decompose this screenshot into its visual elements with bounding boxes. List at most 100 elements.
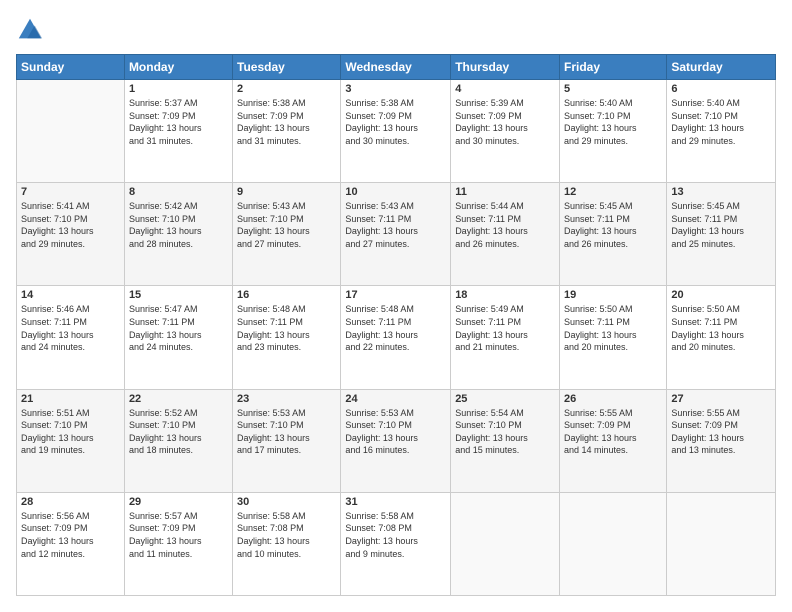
day-cell: 26Sunrise: 5:55 AM Sunset: 7:09 PM Dayli… [560, 389, 667, 492]
day-cell: 25 Sunrise: 5:54 AM Sunset: 7:10 PM Dayli… [451, 389, 560, 492]
day-info: Sunrise: 5:37 AM Sunset: 7:09 PM Dayligh… [129, 97, 228, 147]
day-number: 8 [129, 186, 228, 198]
day-number: 21 [21, 393, 120, 405]
weekday-header-thursday: Thursday [451, 55, 560, 80]
weekday-header-row: SundayMondayTuesdayWednesdayThursdayFrid… [17, 55, 776, 80]
day-info: Sunrise: 5:52 AM Sunset: 7:10 PM Dayligh… [129, 407, 228, 457]
day-number: 15 [129, 289, 228, 301]
day-info: Sunrise: 5:56 AM Sunset: 7:09 PM Dayligh… [21, 510, 120, 560]
day-info: Sunrise: 5:40 AM Sunset: 7:10 PM Dayligh… [564, 97, 662, 147]
day-number: 5 [564, 83, 662, 95]
day-cell: 24 Sunrise: 5:53 AM Sunset: 7:10 PM Dayli… [341, 389, 451, 492]
day-cell: 10 Sunrise: 5:43 AM Sunset: 7:11 PM Dayli… [341, 183, 451, 286]
day-number: 22 [129, 393, 228, 405]
day-cell: 7 Sunrise: 5:41 AM Sunset: 7:10 PM Daylig… [17, 183, 125, 286]
day-info: Sunrise: 5:42 AM Sunset: 7:10 PM Dayligh… [129, 200, 228, 250]
logo [16, 16, 48, 44]
day-cell: 19Sunrise: 5:50 AM Sunset: 7:11 PM Dayli… [560, 286, 667, 389]
day-cell: 13 Sunrise: 5:45 AM Sunset: 7:11 PM Dayli… [667, 183, 776, 286]
day-number: 11 [455, 186, 555, 198]
day-cell: 9 Sunrise: 5:43 AM Sunset: 7:10 PM Daylig… [233, 183, 341, 286]
day-number: 23 [237, 393, 336, 405]
day-number: 16 [237, 289, 336, 301]
day-cell: 2Sunrise: 5:38 AM Sunset: 7:09 PM Daylig… [233, 80, 341, 183]
day-cell: 11 Sunrise: 5:44 AM Sunset: 7:11 PM Dayli… [451, 183, 560, 286]
day-cell: 27 Sunrise: 5:55 AM Sunset: 7:09 PM Dayli… [667, 389, 776, 492]
day-cell: 14 Sunrise: 5:46 AM Sunset: 7:11 PM Dayli… [17, 286, 125, 389]
day-info: Sunrise: 5:48 AM Sunset: 7:11 PM Dayligh… [237, 303, 336, 353]
day-number: 30 [237, 496, 336, 508]
weekday-header-tuesday: Tuesday [233, 55, 341, 80]
day-cell: 30 Sunrise: 5:58 AM Sunset: 7:08 PM Dayli… [233, 492, 341, 595]
day-info: Sunrise: 5:55 AM Sunset: 7:09 PM Dayligh… [671, 407, 771, 457]
day-number: 24 [345, 393, 446, 405]
day-number: 17 [345, 289, 446, 301]
day-info: Sunrise: 5:48 AM Sunset: 7:11 PM Dayligh… [345, 303, 446, 353]
day-cell: 28 Sunrise: 5:56 AM Sunset: 7:09 PM Dayli… [17, 492, 125, 595]
day-number: 20 [671, 289, 771, 301]
day-cell: 4 Sunrise: 5:39 AM Sunset: 7:09 PM Daylig… [451, 80, 560, 183]
day-number: 2 [237, 83, 336, 95]
weekday-header-saturday: Saturday [667, 55, 776, 80]
day-info: Sunrise: 5:54 AM Sunset: 7:10 PM Dayligh… [455, 407, 555, 457]
week-row-2: 14 Sunrise: 5:46 AM Sunset: 7:11 PM Dayli… [17, 286, 776, 389]
day-number: 4 [455, 83, 555, 95]
logo-icon [16, 16, 44, 44]
day-cell: 8 Sunrise: 5:42 AM Sunset: 7:10 PM Daylig… [124, 183, 232, 286]
day-info: Sunrise: 5:46 AM Sunset: 7:11 PM Dayligh… [21, 303, 120, 353]
day-cell: 20Sunrise: 5:50 AM Sunset: 7:11 PM Dayli… [667, 286, 776, 389]
week-row-1: 7 Sunrise: 5:41 AM Sunset: 7:10 PM Daylig… [17, 183, 776, 286]
day-cell: 21 Sunrise: 5:51 AM Sunset: 7:10 PM Dayli… [17, 389, 125, 492]
day-number: 31 [345, 496, 446, 508]
day-number: 28 [21, 496, 120, 508]
day-cell [560, 492, 667, 595]
day-number: 25 [455, 393, 555, 405]
day-info: Sunrise: 5:38 AM Sunset: 7:09 PM Dayligh… [345, 97, 446, 147]
day-info: Sunrise: 5:41 AM Sunset: 7:10 PM Dayligh… [21, 200, 120, 250]
day-number: 10 [345, 186, 446, 198]
weekday-header-sunday: Sunday [17, 55, 125, 80]
day-number: 13 [671, 186, 771, 198]
day-cell: 29Sunrise: 5:57 AM Sunset: 7:09 PM Dayli… [124, 492, 232, 595]
day-number: 14 [21, 289, 120, 301]
day-number: 12 [564, 186, 662, 198]
day-cell: 16 Sunrise: 5:48 AM Sunset: 7:11 PM Dayli… [233, 286, 341, 389]
day-cell: 15 Sunrise: 5:47 AM Sunset: 7:11 PM Dayli… [124, 286, 232, 389]
day-info: Sunrise: 5:49 AM Sunset: 7:11 PM Dayligh… [455, 303, 555, 353]
day-info: Sunrise: 5:58 AM Sunset: 7:08 PM Dayligh… [345, 510, 446, 560]
day-cell [451, 492, 560, 595]
header [16, 16, 776, 44]
day-info: Sunrise: 5:44 AM Sunset: 7:11 PM Dayligh… [455, 200, 555, 250]
day-cell [667, 492, 776, 595]
week-row-3: 21 Sunrise: 5:51 AM Sunset: 7:10 PM Dayli… [17, 389, 776, 492]
day-cell: 17 Sunrise: 5:48 AM Sunset: 7:11 PM Dayli… [341, 286, 451, 389]
page: SundayMondayTuesdayWednesdayThursdayFrid… [0, 0, 792, 612]
day-info: Sunrise: 5:43 AM Sunset: 7:10 PM Dayligh… [237, 200, 336, 250]
day-number: 27 [671, 393, 771, 405]
week-row-4: 28 Sunrise: 5:56 AM Sunset: 7:09 PM Dayli… [17, 492, 776, 595]
day-info: Sunrise: 5:45 AM Sunset: 7:11 PM Dayligh… [671, 200, 771, 250]
day-cell: 12Sunrise: 5:45 AM Sunset: 7:11 PM Dayli… [560, 183, 667, 286]
day-info: Sunrise: 5:43 AM Sunset: 7:11 PM Dayligh… [345, 200, 446, 250]
day-cell: 31 Sunrise: 5:58 AM Sunset: 7:08 PM Dayli… [341, 492, 451, 595]
day-number: 26 [564, 393, 662, 405]
day-number: 9 [237, 186, 336, 198]
weekday-header-monday: Monday [124, 55, 232, 80]
day-number: 7 [21, 186, 120, 198]
day-info: Sunrise: 5:53 AM Sunset: 7:10 PM Dayligh… [237, 407, 336, 457]
day-info: Sunrise: 5:39 AM Sunset: 7:09 PM Dayligh… [455, 97, 555, 147]
day-cell: 23 Sunrise: 5:53 AM Sunset: 7:10 PM Dayli… [233, 389, 341, 492]
day-info: Sunrise: 5:53 AM Sunset: 7:10 PM Dayligh… [345, 407, 446, 457]
day-cell: 1 Sunrise: 5:37 AM Sunset: 7:09 PM Daylig… [124, 80, 232, 183]
day-cell: 18 Sunrise: 5:49 AM Sunset: 7:11 PM Dayli… [451, 286, 560, 389]
day-info: Sunrise: 5:51 AM Sunset: 7:10 PM Dayligh… [21, 407, 120, 457]
day-cell: 6Sunrise: 5:40 AM Sunset: 7:10 PM Daylig… [667, 80, 776, 183]
day-info: Sunrise: 5:58 AM Sunset: 7:08 PM Dayligh… [237, 510, 336, 560]
calendar-table: SundayMondayTuesdayWednesdayThursdayFrid… [16, 54, 776, 596]
day-number: 1 [129, 83, 228, 95]
day-number: 18 [455, 289, 555, 301]
day-number: 19 [564, 289, 662, 301]
day-info: Sunrise: 5:40 AM Sunset: 7:10 PM Dayligh… [671, 97, 771, 147]
day-info: Sunrise: 5:47 AM Sunset: 7:11 PM Dayligh… [129, 303, 228, 353]
day-number: 3 [345, 83, 446, 95]
